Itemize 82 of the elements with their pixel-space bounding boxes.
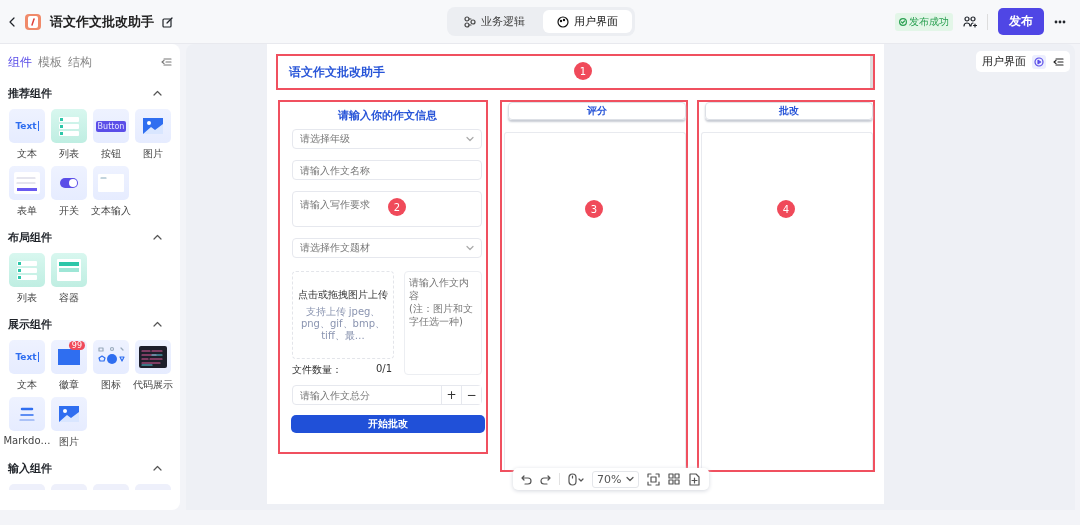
check-circle-icon bbox=[899, 17, 907, 26]
view-label: 用户界面 bbox=[982, 54, 1026, 69]
upload-title: 点击或拖拽图片上传 bbox=[298, 288, 388, 302]
more-icon[interactable] bbox=[1054, 18, 1066, 25]
chevron-down-icon bbox=[466, 245, 474, 251]
count-badge: 99 bbox=[68, 341, 85, 350]
add-page-icon[interactable] bbox=[688, 472, 702, 486]
annotation-marker: 1 bbox=[574, 62, 592, 80]
select-field[interactable]: 请选择作文题材 bbox=[292, 238, 482, 258]
component-label[interactable]: 代码展示 bbox=[133, 378, 173, 392]
component-label[interactable]: 列表 bbox=[59, 147, 79, 161]
list-drawing bbox=[15, 258, 39, 282]
chevron-up-icon[interactable] bbox=[153, 90, 162, 97]
switch-icon bbox=[59, 177, 79, 189]
group-title: 推荐组件 bbox=[8, 86, 52, 101]
badge-background-drawing bbox=[58, 349, 80, 365]
component-label[interactable]: 文本 bbox=[17, 378, 37, 392]
thumbnail-text: Text bbox=[15, 121, 39, 131]
start-review-button[interactable]: 开始批改 bbox=[291, 415, 485, 433]
file-count: 0/1 bbox=[375, 363, 392, 376]
app-title: 语文作文批改助手 bbox=[50, 12, 154, 31]
component-label[interactable]: Markdo… bbox=[3, 435, 51, 446]
play-icon[interactable] bbox=[1034, 56, 1044, 67]
fit-screen-icon[interactable] bbox=[647, 472, 661, 486]
upload-hint: 支持上传 jpeg、png、gif、bmp、tiff、最… bbox=[299, 306, 387, 342]
panel-tab[interactable]: 组件 bbox=[8, 53, 32, 71]
chevron-up-icon[interactable] bbox=[153, 465, 162, 472]
mode-tab[interactable]: 用户界面 bbox=[543, 10, 632, 33]
form-title: 请输入你的作文信息 bbox=[336, 108, 438, 123]
component-label[interactable]: 图片 bbox=[59, 435, 79, 449]
flow-icon bbox=[464, 15, 476, 28]
image-icon bbox=[58, 405, 80, 423]
grid-icon[interactable] bbox=[668, 473, 681, 485]
image-icon bbox=[142, 117, 164, 135]
chevron-down-icon bbox=[626, 476, 635, 482]
panel-tab[interactable]: 结构 bbox=[68, 53, 92, 71]
mouse-icon[interactable] bbox=[568, 472, 584, 486]
panel-tab[interactable]: 模板 bbox=[38, 53, 62, 71]
file-count-label: 文件数量： bbox=[292, 363, 342, 377]
annotation-marker: 3 bbox=[585, 200, 603, 218]
zoom-select[interactable]: 70% bbox=[592, 470, 640, 488]
chevron-down-icon bbox=[466, 136, 474, 142]
component-label[interactable]: 图片 bbox=[143, 147, 163, 161]
group-title: 布局组件 bbox=[8, 230, 52, 245]
chevron-up-icon[interactable] bbox=[153, 234, 162, 241]
mode-tab[interactable]: 业务逻辑 bbox=[450, 10, 539, 33]
component-label[interactable]: 按钮 bbox=[101, 147, 121, 161]
group-title: 输入组件 bbox=[8, 461, 52, 476]
panel-title: 批改 bbox=[705, 102, 873, 120]
component-label[interactable]: 容器 bbox=[59, 291, 79, 305]
back-icon[interactable] bbox=[8, 15, 16, 28]
component-label[interactable]: 列表 bbox=[17, 291, 37, 305]
undo-icon[interactable] bbox=[521, 473, 532, 485]
input-field[interactable]: 请输入作文名称 bbox=[292, 160, 482, 180]
chevron-up-icon[interactable] bbox=[153, 321, 162, 328]
annotation-marker: 4 bbox=[777, 200, 795, 218]
edit-icon[interactable] bbox=[162, 15, 173, 28]
thumbnail-text: Button bbox=[95, 120, 127, 132]
list-drawing bbox=[57, 114, 81, 138]
upload-area[interactable]: 点击或拖拽图片上传 支持上传 jpeg、png、gif、bmp、tiff、最… bbox=[292, 271, 394, 359]
view-switcher[interactable]: 用户界面 bbox=[976, 51, 1070, 72]
score-stepper[interactable]: 请输入作文总分 + − bbox=[292, 385, 482, 405]
text-input-drawing bbox=[97, 173, 125, 193]
component-label[interactable]: 徽章 bbox=[59, 378, 79, 392]
component-label[interactable]: 开关 bbox=[59, 204, 79, 218]
page-title: 语文作文批改助手 bbox=[289, 63, 385, 81]
content-text-area[interactable]: 请输入作文内容 (注：图片和文字任选一种) bbox=[404, 271, 482, 375]
thumbnail-text: Text bbox=[15, 352, 39, 362]
publish-button[interactable]: 发布 bbox=[998, 8, 1044, 35]
publish-status-badge: 发布成功 bbox=[895, 12, 953, 31]
collaborators-icon[interactable] bbox=[963, 15, 977, 28]
panel-title: 评分 bbox=[508, 102, 686, 120]
redo-icon[interactable] bbox=[540, 473, 551, 485]
group-title: 展示组件 bbox=[8, 317, 52, 332]
collapse-panel-icon[interactable] bbox=[1052, 56, 1064, 67]
select-field[interactable]: 请选择年级 bbox=[292, 129, 482, 149]
component-label[interactable]: 文本输入 bbox=[91, 204, 131, 218]
app-logo-icon bbox=[24, 12, 42, 31]
decrement-button[interactable]: − bbox=[461, 386, 481, 404]
component-label[interactable]: 图标 bbox=[101, 378, 121, 392]
component-label[interactable]: 表单 bbox=[17, 204, 37, 218]
component-label[interactable]: 文本 bbox=[17, 147, 37, 161]
